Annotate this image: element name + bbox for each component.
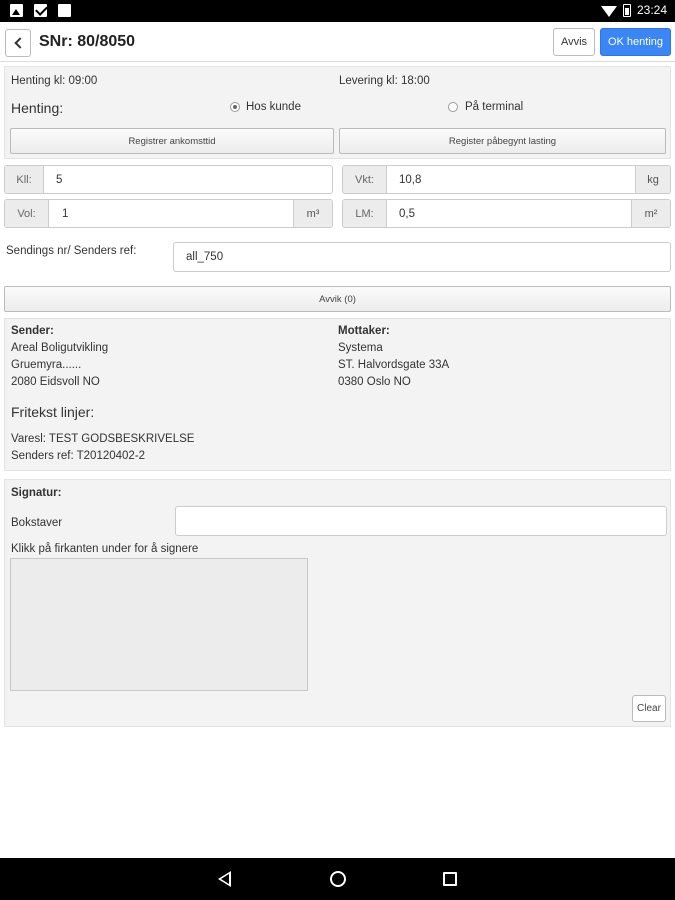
radio-customer-label[interactable]: Hos kunde (246, 101, 301, 113)
sender-line-3: 2080 Eidsvoll NO (11, 376, 100, 388)
kll-field[interactable]: Kll: 5 (4, 165, 333, 194)
status-bar: 23:24 (0, 0, 675, 22)
lm-unit: m² (631, 200, 670, 227)
vkt-label: Vkt: (343, 166, 387, 193)
kll-value: 5 (56, 173, 63, 186)
senders-ref-label: Sendings nr/ Senders ref: (6, 245, 137, 257)
pickup-time: Henting kl: 09:00 (11, 75, 98, 87)
signature-pad[interactable] (10, 558, 308, 691)
clear-signature-button[interactable]: Clear (632, 695, 666, 722)
letters-input[interactable] (175, 506, 667, 536)
wifi-icon (600, 5, 617, 17)
vol-label: Vol: (5, 200, 49, 227)
image-icon (10, 4, 23, 17)
pickup-panel: Henting kl: 09:00 Levering kl: 18:00 Hen… (4, 66, 671, 159)
freetext-line-1: Varesl: TEST GODSBESKRIVELSE (11, 433, 195, 445)
receiver-heading: Mottaker: (338, 325, 390, 337)
vol-field[interactable]: Vol: 1 m³ (4, 199, 333, 228)
register-arrival-button[interactable]: Registrer ankomsttid (10, 128, 334, 154)
register-loading-button[interactable]: Register påbegynt lasting (339, 128, 666, 154)
mail-icon (34, 4, 47, 17)
notification-icons (10, 4, 71, 17)
system-icons: 23:24 (600, 3, 667, 17)
navigation-bar (0, 858, 675, 900)
nav-recents-icon[interactable] (443, 872, 457, 886)
nav-home-icon[interactable] (330, 871, 346, 887)
back-button[interactable] (5, 29, 31, 57)
signature-panel: Signatur: Bokstaver Klikk på firkanten u… (4, 479, 671, 727)
chevron-left-icon (13, 37, 26, 49)
freetext-line-2: Senders ref: T20120402-2 (11, 450, 146, 462)
lm-label: LM: (343, 200, 387, 227)
clock: 23:24 (636, 3, 667, 17)
letters-label: Bokstaver (11, 517, 63, 529)
receiver-line-2: ST. Halvordsgate 33A (338, 359, 450, 371)
radio-customer[interactable] (230, 102, 240, 112)
signature-instruction: Klikk på firkanten under for å signere (11, 543, 199, 555)
pickup-heading: Henting: (11, 100, 64, 116)
radio-terminal[interactable] (448, 102, 458, 112)
vkt-unit: kg (635, 166, 670, 193)
parties-panel: Sender: Areal Boligutvikling Gruemyra...… (4, 318, 671, 471)
nav-back-icon[interactable] (218, 871, 231, 887)
vkt-field[interactable]: Vkt: 10,8 kg (342, 165, 671, 194)
vol-unit: m³ (293, 200, 332, 227)
reject-button[interactable]: Avvis (553, 28, 595, 56)
vkt-value: 10,8 (399, 173, 422, 186)
lm-field[interactable]: LM: 0,5 m² (342, 199, 671, 228)
kll-label: Kll: (5, 166, 44, 193)
vol-value: 1 (62, 207, 69, 220)
lm-value: 0,5 (399, 207, 415, 220)
battery-icon (622, 3, 631, 17)
sender-heading: Sender: (11, 325, 54, 337)
ok-pickup-button[interactable]: OK henting (600, 28, 671, 56)
freetext-heading: Fritekst linjer: (11, 404, 95, 420)
app-header: SNr: 80/8050 Avvis OK henting (0, 22, 675, 62)
receiver-line-3: 0380 Oslo NO (338, 376, 411, 388)
receiver-line-1: Systema (338, 342, 383, 354)
page-title: SNr: 80/8050 (39, 33, 136, 50)
radio-terminal-label[interactable]: På terminal (465, 101, 523, 113)
sender-line-1: Areal Boligutvikling (11, 342, 109, 354)
delivery-time: Levering kl: 18:00 (339, 75, 430, 87)
senders-ref-input[interactable]: all_750 (173, 242, 671, 272)
sender-line-2: Gruemyra...... (11, 359, 82, 371)
signature-heading: Signatur: (11, 487, 62, 499)
clipboard-icon (58, 4, 71, 17)
deviation-button[interactable]: Avvik (0) (4, 286, 671, 312)
